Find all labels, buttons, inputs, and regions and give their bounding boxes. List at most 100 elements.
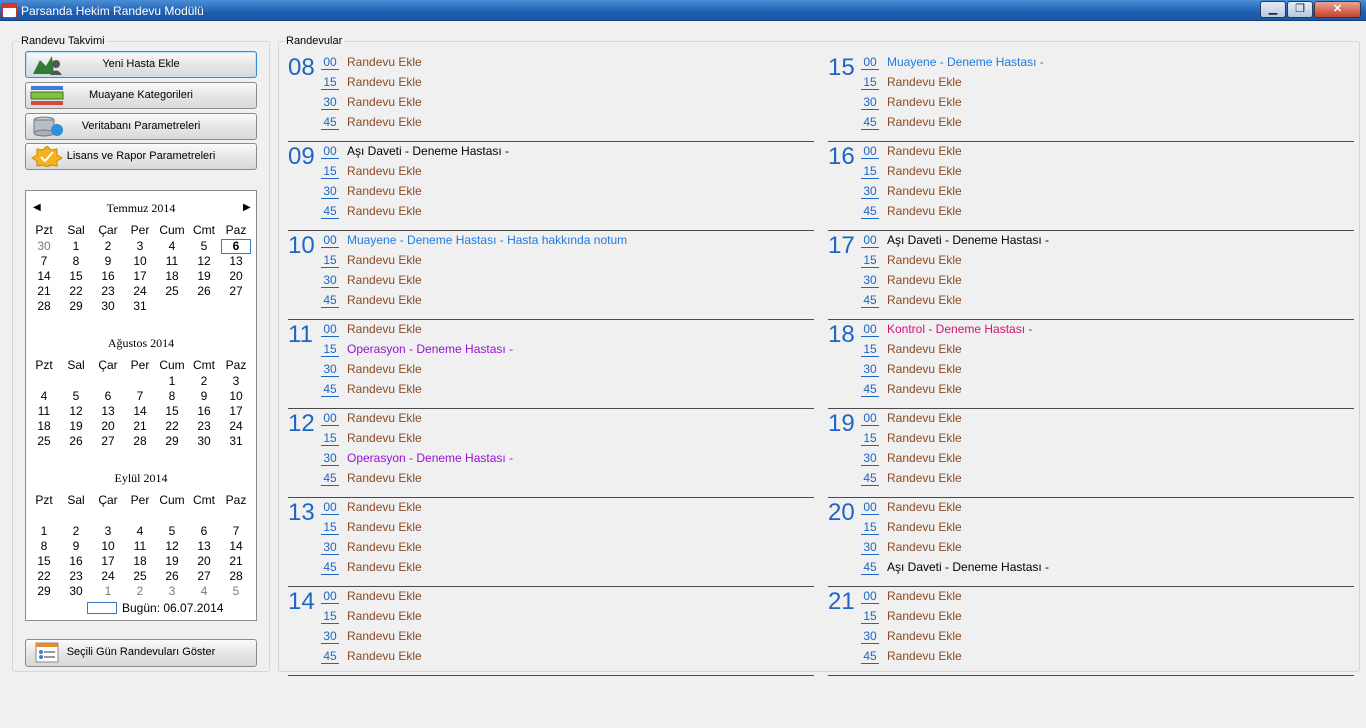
add-appointment-link[interactable]: Randevu Ekle (347, 273, 422, 287)
add-appointment-link[interactable]: Randevu Ekle (887, 500, 962, 514)
add-appointment-link[interactable]: Randevu Ekle (347, 115, 422, 129)
appointment-link[interactable]: Kontrol - Deneme Hastası - (887, 322, 1032, 336)
database-params-button[interactable]: Veritabanı Parametreleri (25, 113, 257, 140)
add-appointment-link[interactable]: Randevu Ekle (887, 184, 962, 198)
show-selected-day-button[interactable]: Seçili Gün Randevuları Göster (25, 639, 257, 667)
calendar-day[interactable]: 12 (189, 254, 219, 268)
add-appointment-link[interactable]: Randevu Ekle (347, 629, 422, 643)
add-appointment-link[interactable]: Randevu Ekle (347, 164, 422, 178)
calendar-day[interactable]: 26 (61, 434, 91, 448)
license-report-params-button[interactable]: Lisans ve Rapor Parametreleri (25, 143, 257, 170)
calendar-day[interactable]: 17 (125, 269, 155, 283)
calendar-day[interactable]: 6 (93, 389, 123, 403)
calendar-day[interactable]: 13 (93, 404, 123, 418)
add-appointment-link[interactable]: Randevu Ekle (887, 540, 962, 554)
add-appointment-link[interactable]: Randevu Ekle (347, 560, 422, 574)
add-appointment-link[interactable]: Randevu Ekle (347, 362, 422, 376)
appointment-link[interactable]: Aşı Daveti - Deneme Hastası - (347, 144, 509, 158)
calendar-day[interactable]: 28 (125, 434, 155, 448)
calendar-day[interactable]: 1 (93, 584, 123, 598)
calendar-day[interactable]: 2 (189, 374, 219, 388)
calendar-day[interactable]: 4 (125, 524, 155, 538)
calendar-day[interactable]: 21 (29, 284, 59, 298)
calendar-day[interactable]: 29 (61, 299, 91, 313)
appointment-link[interactable]: Muayene - Deneme Hastası - (887, 55, 1044, 69)
calendar-day[interactable]: 27 (189, 569, 219, 583)
add-appointment-link[interactable]: Randevu Ekle (347, 382, 422, 396)
calendar-day[interactable]: 2 (61, 524, 91, 538)
calendar-day[interactable]: 27 (221, 284, 251, 298)
add-appointment-link[interactable]: Randevu Ekle (347, 649, 422, 663)
calendar-day[interactable]: 30 (189, 434, 219, 448)
add-appointment-link[interactable]: Randevu Ekle (887, 451, 962, 465)
add-appointment-link[interactable]: Randevu Ekle (347, 471, 422, 485)
calendar-day[interactable]: 14 (125, 404, 155, 418)
calendar-day[interactable]: 12 (157, 539, 187, 553)
calendar-day[interactable]: 11 (125, 539, 155, 553)
next-month-arrow-icon[interactable]: ▶ (243, 202, 251, 213)
minimize-button[interactable]: ▁ (1260, 1, 1286, 18)
add-appointment-link[interactable]: Randevu Ekle (347, 204, 422, 218)
calendar-day[interactable]: 5 (157, 524, 187, 538)
calendar-day[interactable]: 4 (189, 584, 219, 598)
calendar-day[interactable]: 19 (157, 554, 187, 568)
appointment-link[interactable]: Operasyon - Deneme Hastası - (347, 451, 513, 465)
calendar-day[interactable]: 11 (29, 404, 59, 418)
calendar-day[interactable]: 23 (93, 284, 123, 298)
calendar-day[interactable]: 31 (221, 434, 251, 448)
calendar-day[interactable]: 16 (189, 404, 219, 418)
add-appointment-link[interactable]: Randevu Ekle (347, 609, 422, 623)
calendar-day[interactable]: 15 (157, 404, 187, 418)
add-appointment-link[interactable]: Randevu Ekle (887, 273, 962, 287)
add-appointment-link[interactable]: Randevu Ekle (887, 144, 962, 158)
add-appointment-link[interactable]: Randevu Ekle (887, 253, 962, 267)
appointment-link[interactable]: Aşı Daveti - Deneme Hastası - (887, 233, 1049, 247)
calendar-day[interactable]: 5 (61, 389, 91, 403)
calendar-day[interactable]: 2 (93, 239, 123, 253)
calendar-day[interactable]: 19 (189, 269, 219, 283)
calendar-day[interactable]: 16 (61, 554, 91, 568)
calendar-day[interactable]: 1 (157, 374, 187, 388)
calendar-day[interactable]: 3 (221, 374, 251, 388)
maximize-button[interactable]: ❐ (1287, 1, 1313, 18)
add-appointment-link[interactable]: Randevu Ekle (887, 164, 962, 178)
calendar-day[interactable]: 15 (29, 554, 59, 568)
calendar-day[interactable]: 23 (61, 569, 91, 583)
calendar-day[interactable]: 13 (189, 539, 219, 553)
calendar-day[interactable]: 21 (125, 419, 155, 433)
add-appointment-link[interactable]: Randevu Ekle (887, 609, 962, 623)
calendar-day[interactable]: 18 (125, 554, 155, 568)
add-appointment-link[interactable]: Randevu Ekle (887, 115, 962, 129)
calendar-day[interactable]: 20 (93, 419, 123, 433)
calendar-day[interactable]: 24 (125, 284, 155, 298)
calendar-day[interactable]: 17 (221, 404, 251, 418)
add-appointment-link[interactable]: Randevu Ekle (347, 184, 422, 198)
calendar-day[interactable]: 29 (29, 584, 59, 598)
calendar-day[interactable]: 27 (93, 434, 123, 448)
add-appointment-link[interactable]: Randevu Ekle (887, 629, 962, 643)
calendar-day[interactable]: 2 (125, 584, 155, 598)
calendar-day[interactable]: 10 (125, 254, 155, 268)
add-appointment-link[interactable]: Randevu Ekle (887, 471, 962, 485)
calendar-day[interactable]: 3 (157, 584, 187, 598)
calendar-day[interactable]: 26 (157, 569, 187, 583)
calendar-day[interactable]: 5 (189, 239, 219, 253)
add-appointment-link[interactable]: Randevu Ekle (887, 431, 962, 445)
calendar-day[interactable]: 12 (61, 404, 91, 418)
add-appointment-link[interactable]: Randevu Ekle (347, 589, 422, 603)
add-appointment-link[interactable]: Randevu Ekle (887, 204, 962, 218)
calendar-day[interactable]: 24 (93, 569, 123, 583)
add-appointment-link[interactable]: Randevu Ekle (347, 95, 422, 109)
exam-categories-button[interactable]: Muayane Kategorileri (25, 82, 257, 109)
calendar-day[interactable]: 14 (221, 539, 251, 553)
month-calendar[interactable]: Temmuz 2014 ◀ ▶ Pzt Sal Çar Per Cum Cmt Paz 30 1 2 3 4… (25, 190, 257, 621)
calendar-day[interactable]: 3 (93, 524, 123, 538)
calendar-day[interactable]: 26 (189, 284, 219, 298)
calendar-day[interactable]: 22 (61, 284, 91, 298)
calendar-day[interactable]: 9 (189, 389, 219, 403)
calendar-day[interactable]: 25 (29, 434, 59, 448)
new-patient-button[interactable]: Yeni Hasta Ekle (25, 51, 257, 78)
add-appointment-link[interactable]: Randevu Ekle (887, 520, 962, 534)
calendar-day[interactable]: 17 (93, 554, 123, 568)
calendar-day[interactable]: 7 (221, 524, 251, 538)
